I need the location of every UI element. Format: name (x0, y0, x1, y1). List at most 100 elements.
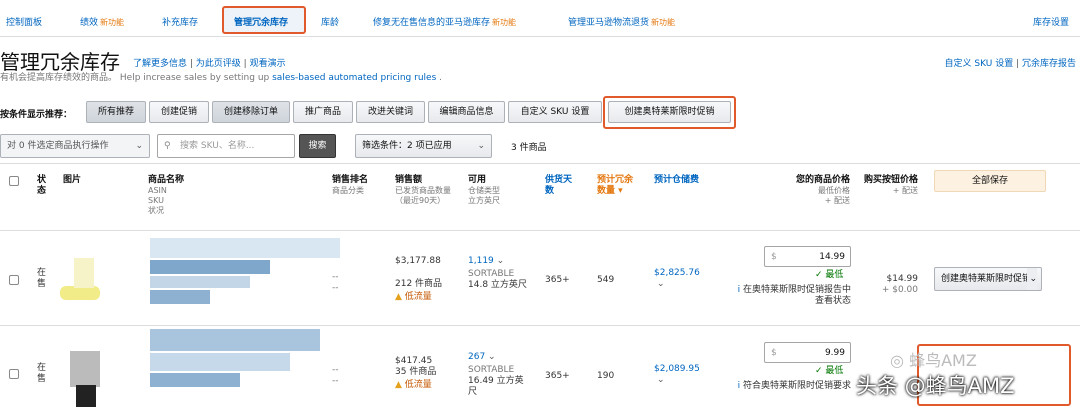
tab-dashboard[interactable]: 控制面板 (6, 15, 42, 28)
reco-all-button[interactable]: 所有推荐 (86, 101, 146, 123)
select-all-checkbox[interactable] (9, 176, 19, 186)
col-rank-label: 销售排名 (332, 175, 369, 185)
low-traffic-label: 低流量 (404, 292, 432, 302)
blur-block (150, 238, 340, 258)
price-input[interactable]: $14.99 (764, 246, 851, 267)
filter-dropdown[interactable]: 筛选条件：2 项已应用 ⌄ (355, 134, 492, 158)
warning-icon: ▲ (395, 292, 402, 302)
tab-performance-label[interactable]: 绩效 (80, 18, 98, 28)
reco-label: 按条件显示推荐： (0, 110, 73, 120)
row-excess: 190 (597, 371, 615, 381)
tab-inventory-age[interactable]: 库龄 (321, 15, 339, 28)
outlet-note-label: 在奥特莱斯限时促销报告中查看状态 (742, 285, 851, 306)
tab-restock[interactable]: 补充库存 (162, 15, 198, 28)
chevron-down-icon: ⌄ (1027, 268, 1037, 290)
reco-promo-button[interactable]: 创建促销 (149, 101, 209, 123)
watermark-logo: ◎ 蜂鸟AMZ (890, 347, 977, 371)
row-storage-type: SORTABLE (468, 365, 515, 375)
reco-removal-button[interactable]: 创建移除订单 (212, 101, 290, 123)
price-status-label: 最低 (825, 270, 844, 280)
row-storage-fee[interactable]: $2,089.95 ⌄ (654, 364, 700, 385)
row-cubic-feet[interactable]: 16.49 立方英尺 (468, 376, 532, 398)
filter-label: 筛选条件：2 项已应用 (362, 141, 452, 151)
row-low-traffic: ▲ 低流量 (395, 380, 432, 391)
tab-fba-returns[interactable]: 管理亚马逊物流退货 新功能 (568, 15, 675, 28)
price-input[interactable]: $9.99 (764, 342, 851, 363)
col-sku: SKU (148, 196, 164, 205)
price-status-label: 最低 (825, 366, 844, 376)
row-price-status: ✓ 最低 (815, 270, 843, 281)
col-status[interactable]: 状态 (37, 175, 51, 197)
col-buybox[interactable]: 购买按钮价格 + 配送 (860, 175, 918, 196)
header-right-links: 自定义 SKU 设置 | 冗余库存报告 (944, 59, 1076, 69)
row-checkbox[interactable] (9, 275, 19, 285)
search-button[interactable]: 搜索 (299, 134, 336, 158)
row-days-supply: 365+ (545, 371, 570, 381)
col-image: 图片 (63, 175, 82, 185)
pricing-rules-link[interactable]: sales-based automated pricing rules (272, 73, 436, 83)
col-days-supply[interactable]: 供货天数 (545, 175, 577, 197)
subtitle-cn: 有机会提高库存绩效的商品。 (0, 73, 118, 83)
reco-keywords-button[interactable]: 改进关键词 (356, 101, 425, 123)
tab-fix-stranded-label[interactable]: 修复无在售信息的亚马逊库存 (373, 18, 490, 28)
row-available-value[interactable]: 1,119 (468, 256, 494, 266)
tab-manage-excess[interactable]: 管理冗余库存 (222, 6, 306, 34)
row-storage-fee[interactable]: $2,825.76 ⌄ (654, 268, 700, 289)
row-outlet-note[interactable]: i 符合奥特莱斯限时促销要求 (736, 381, 851, 392)
col-your-price[interactable]: 您的商品价格 最低价格 + 配送 (770, 175, 850, 206)
search-input[interactable]: ⚲ 搜索 SKU、名称... (157, 134, 295, 158)
custom-sku-settings-link[interactable]: 自定义 SKU 设置 (945, 59, 1014, 69)
row-storage-fee-value[interactable]: $2,825.76 (654, 268, 700, 278)
excess-report-link[interactable]: 冗余库存报告 (1022, 59, 1076, 69)
col-sales[interactable]: 销售额 已发货商品数量（最近90天） (395, 175, 455, 206)
product-image[interactable] (60, 351, 108, 409)
col-storage-fee[interactable]: 预计仓储费 (654, 175, 699, 186)
bulk-action-label: 对 0 件选定商品执行操作 (7, 141, 109, 151)
tab-fba-returns-label[interactable]: 管理亚马逊物流退货 (568, 18, 649, 28)
product-image-shape (60, 286, 100, 300)
blur-block (150, 353, 290, 371)
save-all-button[interactable]: 全部保存 (934, 170, 1046, 192)
row-cubic-feet[interactable]: 14.8 立方英尺 (468, 280, 530, 291)
rate-page-link[interactable]: 为此页评级 (196, 59, 241, 69)
chevron-down-icon: ⌄ (657, 279, 665, 289)
col-rank[interactable]: 销售排名 商品分类 (332, 175, 368, 196)
row-available[interactable]: 1,119 ⌄ (468, 256, 504, 267)
new-badge: 新功能 (651, 18, 676, 27)
col-storage-type: 仓储类型 立方英尺 (468, 186, 500, 205)
blur-block (150, 276, 250, 288)
row-units: 212 件商品 (395, 279, 443, 289)
tab-performance[interactable]: 绩效 新功能 (80, 15, 124, 28)
new-badge: 新功能 (100, 18, 125, 27)
tab-fix-stranded[interactable]: 修复无在售信息的亚马逊库存 新功能 (373, 15, 516, 28)
info-icon: i (737, 381, 741, 391)
col-min-price: 最低价格 (818, 186, 850, 195)
subtitle-en: Help increase sales by setting up (119, 73, 270, 83)
row-action-label: 创建奥特莱斯限时促销 (941, 274, 1032, 284)
tab-manage-excess-label: 管理冗余库存 (234, 18, 289, 28)
watermark: 头条 @蜂鸟AMZ (856, 374, 1015, 398)
row-sales[interactable]: $417.45 (395, 356, 432, 367)
product-image-top (74, 258, 94, 288)
row-outlet-note[interactable]: i 在奥特莱斯限时促销报告中查看状态 (736, 285, 851, 307)
watch-demo-link[interactable]: 观看演示 (250, 59, 286, 69)
blur-block (150, 290, 210, 304)
row-available[interactable]: 267 ⌄ (468, 352, 496, 363)
reco-custom-sku-button[interactable]: 自定义 SKU 设置 (508, 101, 602, 123)
row-checkbox[interactable] (9, 369, 19, 379)
col-available[interactable]: 可用 仓储类型 立方英尺 (468, 175, 510, 206)
product-image[interactable] (60, 258, 102, 302)
col-available-label: 可用 (468, 175, 487, 185)
row-storage-fee-value[interactable]: $2,089.95 (654, 364, 700, 374)
table-row: 在售 -- -- $3,177.88 212 件商品 ▲ 低流量 1,119 ⌄… (0, 232, 1080, 326)
bulk-action-select[interactable]: 对 0 件选定商品执行操作 ⌄ (0, 134, 150, 158)
row-sales[interactable]: $3,177.88 (395, 256, 441, 267)
col-name[interactable]: 商品名称 ASIN SKU 状况 (148, 175, 184, 216)
row-available-value[interactable]: 267 (468, 352, 485, 362)
learn-more-link[interactable]: 了解更多信息 (133, 59, 187, 69)
col-excess-units[interactable]: 预计冗余数量 ▾ (597, 175, 641, 197)
tab-inventory-settings[interactable]: 库存设置 (1033, 15, 1069, 28)
row-action-dropdown[interactable]: 创建奥特莱斯限时促销 ⌄ (934, 267, 1042, 291)
reco-advertise-button[interactable]: 推广商品 (293, 101, 353, 123)
reco-edit-listing-button[interactable]: 编辑商品信息 (428, 101, 505, 123)
